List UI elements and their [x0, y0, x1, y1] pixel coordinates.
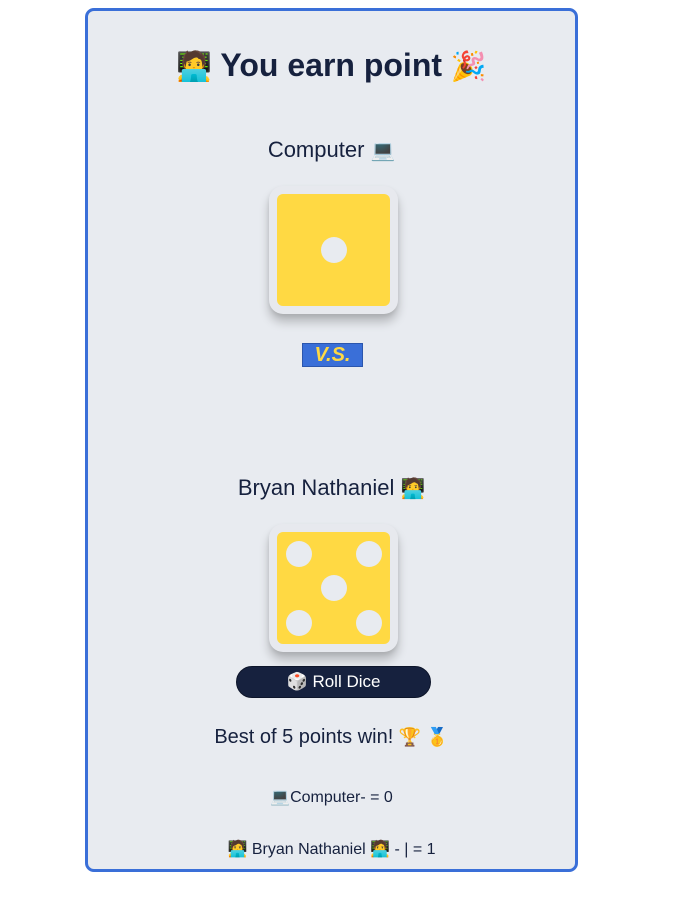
player-name: Bryan Nathaniel — [237, 475, 395, 500]
computer-die-face — [277, 194, 390, 306]
computer-label: Computer 💻 — [88, 137, 575, 163]
roll-dice-label: Roll Dice — [312, 672, 381, 691]
computer-score: 💻Computer- = 0 — [270, 789, 393, 806]
dice-icon: 🎲 — [286, 672, 308, 691]
result-title-text: You earn point — [220, 47, 443, 83]
coder-icon: 🧑‍💻 — [400, 478, 426, 500]
player-die-face — [277, 532, 390, 644]
laptop-icon: 💻 — [370, 140, 396, 162]
die-pip — [356, 541, 382, 567]
die-pip — [356, 610, 382, 636]
game-card: 🧑‍💻 You earn point 🎉 Computer 💻 V.S. Bry… — [85, 8, 578, 872]
die-pip — [286, 610, 312, 636]
player-die — [269, 524, 398, 652]
rules-label: Best of 5 points win! — [214, 726, 394, 748]
versus-badge: V.S. — [302, 343, 363, 367]
trophy-medal-icon: 🏆 🥇 — [398, 727, 449, 747]
party-popper-icon: 🎉 — [450, 51, 487, 83]
computer-die — [269, 186, 398, 314]
die-pip — [321, 237, 347, 263]
die-pip — [286, 541, 312, 567]
roll-dice-button[interactable]: 🎲 Roll Dice — [236, 666, 431, 698]
result-title: 🧑‍💻 You earn point 🎉 — [88, 47, 575, 84]
player-label: Bryan Nathaniel 🧑‍💻 — [88, 475, 575, 501]
computer-name: Computer — [267, 137, 365, 162]
coder-emoji-icon: 🧑‍💻 — [176, 51, 213, 83]
player-score: 🧑‍💻 Bryan Nathaniel 🧑‍💻 - | = 1 — [227, 841, 436, 858]
rules-text: Best of 5 points win! 🏆 🥇 — [88, 726, 575, 749]
die-pip — [321, 575, 347, 601]
